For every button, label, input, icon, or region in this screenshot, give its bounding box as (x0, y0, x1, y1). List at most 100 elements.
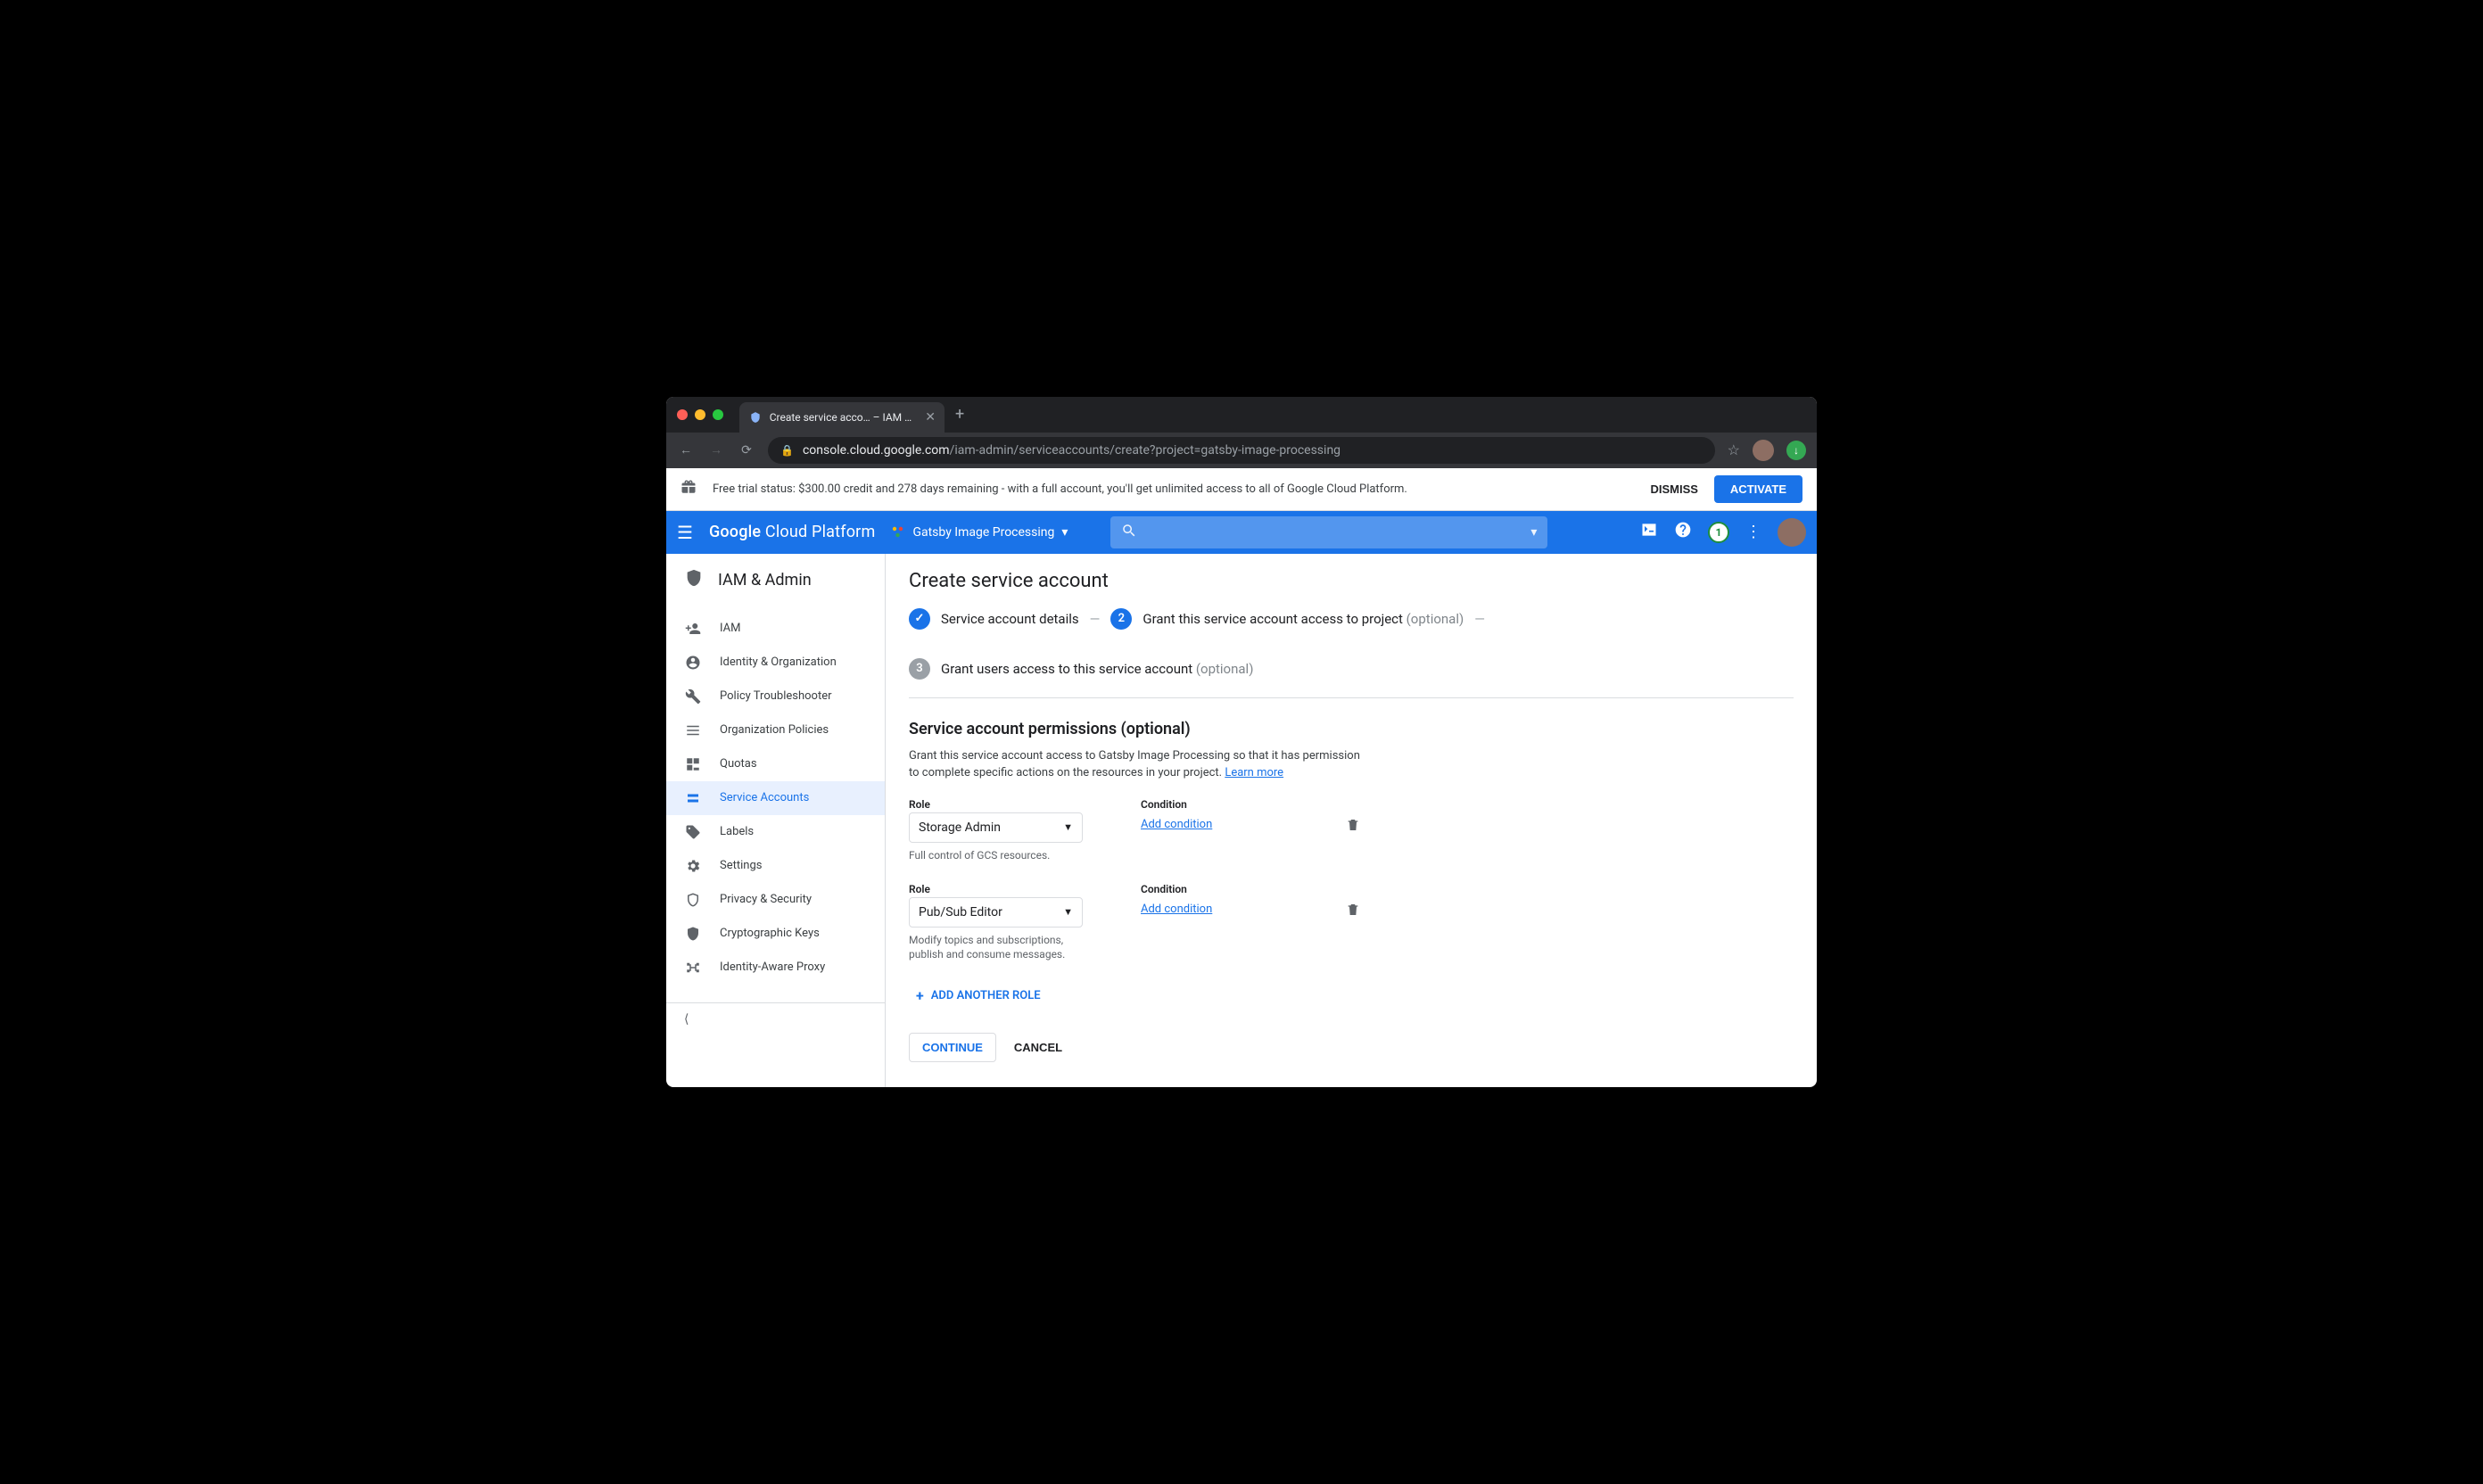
address-bar: ← → ⟳ 🔒 console.cloud.google.com/iam-adm… (666, 433, 1817, 468)
tab-close-icon[interactable]: ✕ (925, 410, 936, 425)
forward-button[interactable]: → (707, 442, 725, 458)
step-2-badge: 2 (1110, 608, 1132, 630)
sidebar-list: IAM Identity & Organization Policy Troub… (666, 606, 885, 985)
person-add-icon (684, 621, 702, 637)
step-2-label[interactable]: Grant this service account access to pro… (1143, 611, 1464, 627)
browser-tab[interactable]: Create service acco… – IAM & … ✕ (739, 402, 945, 433)
step-2-optional: (optional) (1406, 611, 1464, 627)
tab-favicon (748, 410, 763, 425)
role-select[interactable]: Storage Admin ▼ (909, 812, 1083, 843)
quota-icon (684, 756, 702, 772)
sidebar-item-service-accounts[interactable]: Service Accounts (666, 781, 885, 815)
brand-rest: Cloud Platform (761, 523, 875, 541)
list-icon (684, 722, 702, 738)
back-button[interactable]: ← (677, 442, 695, 458)
cancel-button[interactable]: CANCEL (1014, 1041, 1062, 1054)
section-description: Grant this service account access to Gat… (909, 747, 1373, 782)
service-account-icon (684, 790, 702, 806)
help-icon[interactable] (1674, 521, 1692, 543)
wrench-icon (684, 688, 702, 705)
sidebar-item-label: Identity & Organization (720, 655, 837, 669)
sidebar-item-org-policies[interactable]: Organization Policies (666, 713, 885, 747)
sidebar-item-label: Organization Policies (720, 723, 829, 737)
sidebar-item-privacy[interactable]: Privacy & Security (666, 883, 885, 917)
footer-buttons: CONTINUE CANCEL (909, 1033, 1794, 1062)
tab-strip: Create service acco… – IAM & … ✕ + (666, 397, 1817, 433)
sidebar-item-label: Service Accounts (720, 791, 809, 804)
step-1-badge: ✓ (909, 608, 930, 630)
global-search[interactable]: ▾ (1110, 516, 1547, 548)
role-row: Role Pub/Sub Editor ▼ Modify topics and … (909, 883, 1794, 963)
delete-role-button[interactable] (1346, 818, 1360, 836)
chevron-down-icon: ▼ (1063, 821, 1073, 833)
main-content: Create service account ✓ Service account… (886, 554, 1817, 1087)
sidebar-item-settings[interactable]: Settings (666, 849, 885, 883)
maximize-window-button[interactable] (713, 409, 723, 420)
tab-title: Create service acco… – IAM & … (770, 411, 919, 424)
sidebar-item-identity[interactable]: Identity & Organization (666, 646, 885, 680)
project-name: Gatsby Image Processing (912, 525, 1054, 540)
role-block: Role Pub/Sub Editor ▼ Modify topics and … (909, 883, 1087, 963)
role-description: Modify topics and subscriptions, publish… (909, 933, 1087, 963)
sidebar-collapse-button[interactable]: ⟨ (666, 1002, 885, 1035)
address-bar-right: ☆ ↓ (1728, 440, 1806, 461)
section-desc-text: Grant this service account access to Gat… (909, 749, 1360, 780)
role-description: Full control of GCS resources. (909, 848, 1087, 863)
condition-label: Condition (1141, 883, 1292, 895)
search-icon (1121, 523, 1137, 542)
trial-banner: Free trial status: $300.00 credit and 27… (666, 468, 1817, 511)
kebab-menu-icon[interactable]: ⋮ (1745, 523, 1761, 541)
chevron-down-icon: ▼ (1063, 906, 1073, 918)
delete-role-button[interactable] (1346, 903, 1360, 920)
new-tab-button[interactable]: + (955, 405, 964, 424)
gcp-header: ☰ Google Cloud Platform Gatsby Image Pro… (666, 511, 1817, 554)
minimize-window-button[interactable] (695, 409, 705, 420)
close-window-button[interactable] (677, 409, 688, 420)
menu-icon[interactable]: ☰ (677, 522, 693, 543)
continue-button[interactable]: CONTINUE (909, 1033, 996, 1062)
sidebar-item-iap[interactable]: Identity-Aware Proxy (666, 951, 885, 985)
activate-button[interactable]: ACTIVATE (1714, 475, 1802, 503)
page-title: Create service account (909, 570, 1794, 592)
gcp-logo[interactable]: Google Cloud Platform (709, 523, 876, 541)
window-controls (677, 409, 723, 420)
step-3-badge: 3 (909, 658, 930, 680)
sidebar-item-iam[interactable]: IAM (666, 612, 885, 646)
reload-button[interactable]: ⟳ (738, 443, 755, 458)
notifications-badge[interactable]: 1 (1708, 522, 1729, 543)
url-text: console.cloud.google.com/iam-admin/servi… (803, 443, 1340, 458)
step-separator: — (1090, 611, 1101, 627)
add-condition-link[interactable]: Add condition (1141, 818, 1212, 831)
shield-outline-icon (684, 892, 702, 908)
sidebar-item-quotas[interactable]: Quotas (666, 747, 885, 781)
add-condition-link[interactable]: Add condition (1141, 903, 1212, 916)
plus-icon: + (916, 987, 924, 1004)
profile-avatar-icon[interactable] (1753, 440, 1774, 461)
role-select-value: Storage Admin (919, 820, 1001, 835)
sidebar-item-labels[interactable]: Labels (666, 815, 885, 849)
sidebar-title-text: IAM & Admin (718, 571, 812, 589)
sidebar: IAM & Admin IAM Identity & Organization … (666, 554, 886, 1087)
step-3-label[interactable]: Grant users access to this service accou… (941, 661, 1253, 677)
header-right: 1 ⋮ (1640, 518, 1806, 547)
project-icon (891, 525, 905, 540)
sidebar-item-crypto-keys[interactable]: Cryptographic Keys (666, 917, 885, 951)
key-icon (684, 926, 702, 942)
url-field[interactable]: 🔒 console.cloud.google.com/iam-admin/ser… (768, 437, 1715, 464)
role-select[interactable]: Pub/Sub Editor ▼ (909, 897, 1083, 928)
sidebar-item-label: Quotas (720, 757, 757, 771)
account-avatar[interactable] (1778, 518, 1806, 547)
role-row: Role Storage Admin ▼ Full control of GCS… (909, 798, 1794, 863)
project-picker[interactable]: Gatsby Image Processing ▾ (891, 525, 1068, 540)
bookmark-icon[interactable]: ☆ (1728, 441, 1740, 458)
add-another-role-button[interactable]: + ADD ANOTHER ROLE (916, 987, 1041, 1004)
extension-badge-icon[interactable]: ↓ (1786, 441, 1806, 460)
sidebar-item-policy-troubleshooter[interactable]: Policy Troubleshooter (666, 680, 885, 713)
step-1-label[interactable]: Service account details (941, 611, 1079, 627)
dismiss-button[interactable]: DISMISS (1650, 482, 1697, 496)
sidebar-item-label: Privacy & Security (720, 893, 812, 906)
role-field-label: Role (909, 798, 1087, 811)
cloud-shell-icon[interactable] (1640, 521, 1658, 543)
section-heading: Service account permissions (optional) (909, 720, 1794, 738)
learn-more-link[interactable]: Learn more (1225, 766, 1283, 779)
